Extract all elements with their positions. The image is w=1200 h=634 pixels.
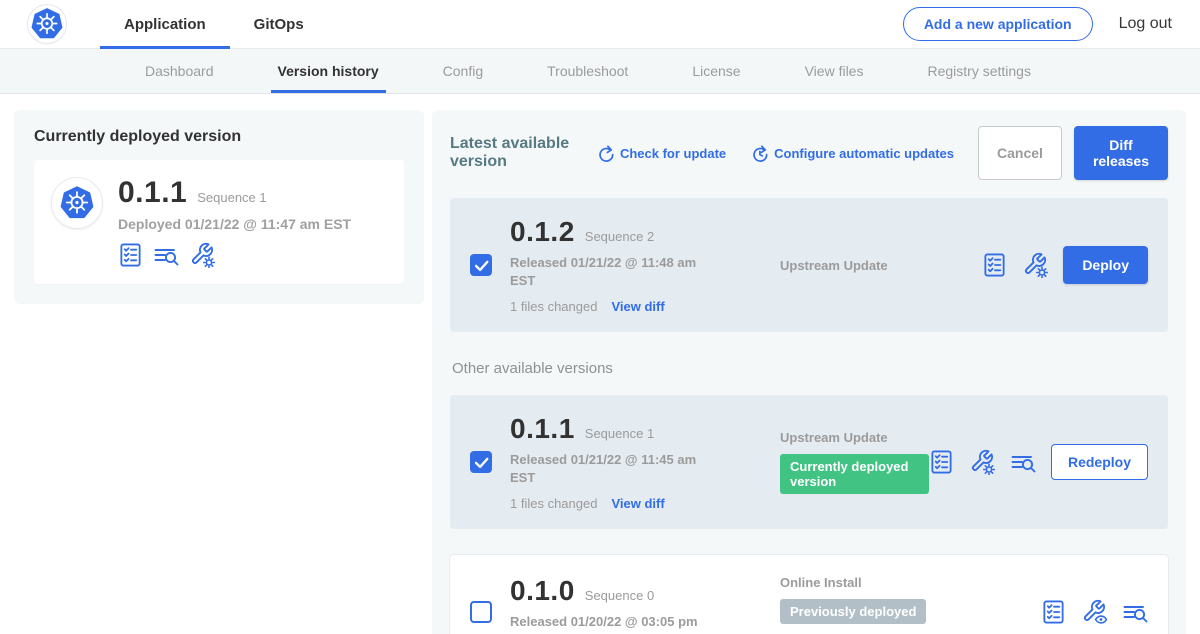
deploy-logs-icon[interactable] <box>1010 450 1036 474</box>
preflight-checklist-icon[interactable] <box>929 449 954 475</box>
tab-config[interactable]: Config <box>436 49 490 93</box>
currently-deployed-badge: Currently deployed version <box>780 454 929 494</box>
latest-available-title: Latest available version <box>450 135 582 171</box>
configure-automatic-updates-link[interactable]: Configure automatic updates <box>750 144 954 162</box>
version-number: 0.1.0 <box>510 575 575 607</box>
tab-dashboard[interactable]: Dashboard <box>138 49 221 93</box>
currently-deployed-title: Currently deployed version <box>34 128 404 146</box>
deployed-sequence: Sequence 1 <box>197 190 266 205</box>
top-nav: Application GitOps Add a new application… <box>0 0 1200 49</box>
cancel-button[interactable]: Cancel <box>978 126 1062 180</box>
config-wrench-gear-icon[interactable] <box>1022 252 1048 278</box>
config-wrench-gear-icon[interactable] <box>189 242 215 268</box>
diff-releases-button[interactable]: Diff releases <box>1074 126 1168 180</box>
version-source: Online Install <box>780 575 1041 590</box>
deployed-version-card: 0.1.1 Sequence 1 Deployed 01/21/22 @ 11:… <box>34 160 404 284</box>
preflight-checklist-icon[interactable] <box>1041 599 1066 625</box>
view-config-wrench-eye-icon[interactable] <box>1081 599 1107 625</box>
tab-version-history[interactable]: Version history <box>271 49 386 93</box>
tab-registry-settings[interactable]: Registry settings <box>920 49 1037 93</box>
deploy-logs-icon[interactable] <box>1122 600 1148 624</box>
preflight-checklist-icon[interactable] <box>118 242 143 268</box>
files-changed-count: 1 files changed <box>510 496 597 511</box>
view-diff-link[interactable]: View diff <box>611 299 664 314</box>
app-logo <box>28 0 66 48</box>
deployed-timestamp: Deployed 01/21/22 @ 11:47 am EST <box>118 216 351 232</box>
kubernetes-logo-icon <box>28 5 66 43</box>
files-changed-count: 1 files changed <box>510 299 597 314</box>
deployed-version-number: 0.1.1 <box>118 176 187 210</box>
released-timestamp: Released 01/21/22 @ 11:45 am EST <box>510 451 705 486</box>
version-row-0-1-1: 0.1.1 Sequence 1 Released 01/21/22 @ 11:… <box>450 395 1168 529</box>
currently-deployed-panel: Currently deployed version 0.1.1 Sequenc… <box>14 110 424 304</box>
version-sequence: Sequence 1 <box>585 426 654 441</box>
redeploy-button[interactable]: Redeploy <box>1051 444 1148 480</box>
version-checkbox[interactable] <box>470 601 492 623</box>
tab-troubleshoot[interactable]: Troubleshoot <box>540 49 635 93</box>
version-row-0-1-2: 0.1.2 Sequence 2 Released 01/21/22 @ 11:… <box>450 198 1168 332</box>
topnav-tab-application[interactable]: Application <box>100 0 230 48</box>
view-diff-link[interactable]: View diff <box>611 496 664 511</box>
clock-refresh-icon <box>750 144 768 162</box>
version-source: Upstream Update <box>780 258 982 273</box>
version-checkbox[interactable] <box>470 451 492 473</box>
version-row-0-1-0: 0.1.0 Sequence 0 Released 01/20/22 @ 03:… <box>450 555 1168 634</box>
kubernetes-app-icon <box>52 178 102 228</box>
version-source: Upstream Update <box>780 430 929 445</box>
version-sequence: Sequence 2 <box>585 229 654 244</box>
deploy-button[interactable]: Deploy <box>1063 246 1148 284</box>
tab-license[interactable]: License <box>685 49 747 93</box>
config-wrench-gear-icon[interactable] <box>969 449 995 475</box>
preflight-checklist-icon[interactable] <box>982 252 1007 278</box>
logout-link[interactable]: Log out <box>1119 15 1172 33</box>
add-new-application-button[interactable]: Add a new application <box>903 7 1093 41</box>
main-content: Currently deployed version 0.1.1 Sequenc… <box>0 94 1200 634</box>
version-number: 0.1.2 <box>510 216 575 248</box>
topnav-tab-gitops[interactable]: GitOps <box>230 0 328 48</box>
check-for-update-link[interactable]: Check for update <box>596 144 726 162</box>
app-subnav: Dashboard Version history Config Trouble… <box>0 49 1200 94</box>
released-timestamp: Released 01/20/22 @ 03:05 pm EST <box>510 613 705 634</box>
released-timestamp: Released 01/21/22 @ 11:48 am EST <box>510 254 705 289</box>
refresh-circle-icon <box>596 144 614 162</box>
available-versions-panel: Latest available version Check for updat… <box>432 110 1186 634</box>
deploy-logs-icon[interactable] <box>153 243 179 267</box>
other-available-versions-title: Other available versions <box>452 360 1168 377</box>
tab-view-files[interactable]: View files <box>798 49 871 93</box>
version-number: 0.1.1 <box>510 413 575 445</box>
version-sequence: Sequence 0 <box>585 588 654 603</box>
version-checkbox[interactable] <box>470 254 492 276</box>
previously-deployed-badge: Previously deployed <box>780 599 926 624</box>
